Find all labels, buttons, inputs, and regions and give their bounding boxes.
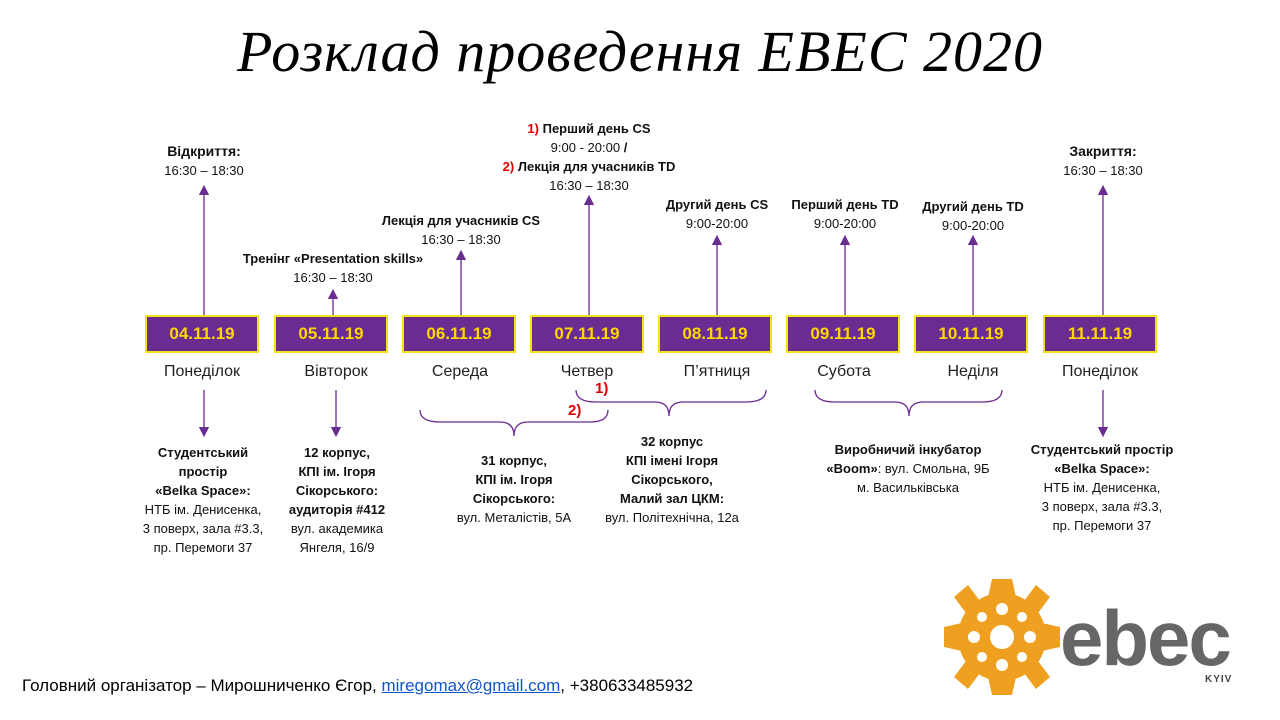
event-lecture-cs-time: 16:30 – 18:30 [421,232,501,247]
event-td-day1: Перший день TD 9:00-20:00 [780,195,910,233]
brace-marker-2: 2) [568,402,582,419]
logo-name: ebec [1060,594,1232,682]
event-training-time: 16:30 – 18:30 [293,270,373,285]
venue-1-line-6: пр. Перемоги 37 [153,540,253,555]
event-td-day2-title: Другий день TD [922,199,1024,214]
day-name-3: Середа [431,363,489,380]
day-name-6: Субота [817,363,871,380]
date-box-3: 06.11.19 [402,315,516,353]
date-box-5: 08.11.19 [658,315,772,353]
day-name-8: Понеділок [1061,363,1139,380]
venue-1: Студентський простір «Belka Space»: НТБ … [128,443,278,557]
venue-2-line-2: КПІ ім. Ігоря [298,464,376,479]
venue-3-line-3: Сікорського: [472,491,556,506]
venue-2-line-1: 12 корпус, [304,445,370,460]
venue-2-line-5: вул. академика [290,521,384,536]
venue-5-line-3: м. Васильківська [857,480,959,495]
venue-2: 12 корпус, КПІ ім. Ігоря Сікорського: ау… [270,443,404,557]
thursday-marker-2: 2) [502,159,515,174]
day-name-7: Неділя [947,363,999,380]
venue-4-line-4: Малий зал ЦКМ: [619,491,725,506]
event-td-day1-title: Перший день TD [791,197,899,212]
day-name-5: П’ятниця [683,363,751,380]
event-opening: Відкриття: 16:30 – 18:30 [134,142,274,180]
venue-6-line-2: «Belka Space»: [1054,461,1150,476]
venue-3-line-2: КПІ ім. Ігоря [475,472,553,487]
footer-prefix: Головний організатор – Мирошниченко Єгор… [22,676,382,695]
event-closing-title: Закриття: [1069,143,1137,159]
event-cs-day2: Другий день CS 9:00-20:00 [652,195,782,233]
email-link[interactable]: miregomax@gmail.com [381,676,560,695]
venue-6: Студентський простір «Belka Space»: НТБ … [1022,440,1182,535]
event-training-title: Тренінг «Presentation skills» [242,251,424,266]
venue-2-line-6: Янгеля, 16/9 [299,540,375,555]
event-thursday: 1) Перший день CS 9:00 - 20:00 / 2) Лекц… [480,119,698,195]
event-cs-day2-time: 9:00-20:00 [685,216,749,231]
venue-5-line-2b: : вул. Смольна, 9Б [877,461,990,476]
thursday-time-1: 9:00 - 20:00 [550,140,621,155]
venue-3: 31 корпус, КПІ ім. Ігоря Сікорського: ву… [440,451,588,527]
event-td-day2: Другий день TD 9:00-20:00 [908,197,1038,235]
venue-1-line-2: простір [178,464,228,479]
venue-4-line-1: 32 корпус [640,434,704,449]
venue-3-line-1: 31 корпус, [481,453,547,468]
day-name-4: Четвер [560,363,614,380]
venue-4-line-5: вул. Політехнічна, 12а [605,510,739,525]
venue-1-line-5: 3 поверх, зала #3.3, [142,521,264,536]
venue-4-line-2: КПІ імені Ігоря [625,453,719,468]
event-cs-day2-title: Другий день CS [665,197,769,212]
thursday-item-1: Перший день CS [542,121,651,136]
venue-5-line-1: Виробничий інкубатор [834,442,982,457]
venue-4: 32 корпус КПІ імені Ігоря Сікорського, М… [594,432,750,527]
thursday-time-2: 16:30 – 18:30 [549,178,629,193]
day-name-2: Вівторок [304,363,368,380]
venue-1-line-4: НТБ ім. Денисенка, [144,502,262,517]
day-name-1: Понеділок [163,363,241,380]
event-lecture-cs: Лекція для учасників CS 16:30 – 18:30 [371,211,551,249]
date-box-7: 10.11.19 [914,315,1028,353]
date-box-6: 09.11.19 [786,315,900,353]
date-box-8: 11.11.19 [1043,315,1157,353]
date-box-4: 07.11.19 [530,315,644,353]
event-td-day1-time: 9:00-20:00 [813,216,877,231]
thursday-slash: / [623,140,628,155]
venue-6-line-5: пр. Перемоги 37 [1052,518,1152,533]
event-training: Тренінг «Presentation skills» 16:30 – 18… [228,249,438,287]
event-td-day2-time: 9:00-20:00 [941,218,1005,233]
brace-marker-1: 1) [595,380,609,397]
venue-2-line-4: аудиторія #412 [288,502,386,517]
venue-6-line-4: 3 поверх, зала #3.3, [1041,499,1163,514]
event-lecture-cs-title: Лекція для учасників CS [381,213,541,228]
event-closing-time: 16:30 – 18:30 [1063,163,1143,178]
date-box-2: 05.11.19 [274,315,388,353]
brace-sat-sun [814,389,1003,417]
venue-1-line-1: Студентський [157,445,249,460]
venue-6-line-3: НТБ ім. Денисенка, [1043,480,1161,495]
venue-1-line-3: «Belka Space»: [155,483,251,498]
footer-phone: , +380633485932 [560,676,694,695]
venue-3-line-4: вул. Металістів, 5А [456,510,572,525]
venue-6-line-1: Студентський простір [1030,442,1174,457]
event-opening-time: 16:30 – 18:30 [164,163,244,178]
venue-5-line-2a: «Boom» [826,461,878,476]
venue-5: Виробничий інкубатор «Boom»: вул. Смольн… [810,440,1006,497]
logo-city: KYIV [1205,674,1233,685]
footer: Головний організатор – Мирошниченко Єгор… [22,676,693,696]
venue-2-line-3: Сікорського: [295,483,379,498]
event-opening-title: Відкриття: [167,143,241,159]
thursday-marker-1: 1) [527,121,539,136]
event-closing: Закриття: 16:30 – 18:30 [1033,142,1173,180]
venue-4-line-3: Сікорського, [631,472,713,487]
thursday-item-2: Лекція для учасників TD [517,159,676,174]
date-box-1: 04.11.19 [145,315,259,353]
